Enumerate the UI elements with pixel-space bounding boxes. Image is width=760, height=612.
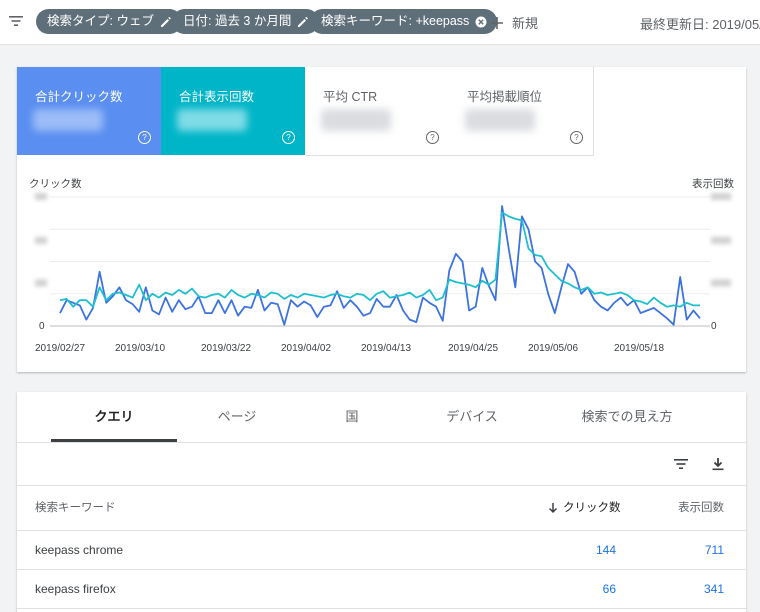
- column-header-query[interactable]: 検索キーワード: [35, 486, 116, 530]
- x-tick-label: 2019/03/10: [115, 343, 165, 354]
- x-tick-label: 2019/04/02: [281, 343, 331, 354]
- edit-icon[interactable]: [160, 16, 172, 28]
- last-updated: 最終更新日: 2019/05/2: [640, 17, 760, 32]
- add-filter-button[interactable]: 新規: [490, 13, 538, 32]
- help-icon[interactable]: ?: [426, 131, 439, 144]
- metric-label: 平均掲載順位: [467, 90, 543, 104]
- filter-icon[interactable]: [8, 13, 24, 29]
- series-line-2: [59, 211, 700, 308]
- x-tick-label: 2019/04/25: [448, 343, 498, 354]
- search-type-chip[interactable]: 検索タイプ: ウェブ: [36, 9, 182, 34]
- chip-label: 検索キーワード: +keepass: [321, 14, 470, 28]
- redacted-tick-label: [711, 236, 731, 244]
- average-position-metric[interactable]: 平均掲載順位 ?: [449, 67, 594, 156]
- query-cell: keepass firefox: [35, 582, 116, 596]
- metric-label: 合計クリック数: [35, 90, 123, 104]
- query-table-card: クエリ ページ 国 デバイス 検索での見え方 検索キーワード クリック数 表示回…: [17, 392, 746, 612]
- column-header-impressions[interactable]: 表示回数: [678, 486, 724, 530]
- query-cell: keepass chrome: [35, 543, 124, 557]
- edit-icon[interactable]: [297, 16, 309, 28]
- tab-search-appearance[interactable]: 検索での見え方: [557, 392, 697, 442]
- metric-value-redacted: [177, 109, 247, 131]
- total-clicks-metric[interactable]: 合計クリック数 ?: [17, 67, 161, 155]
- x-tick-label: 2019/03/22: [201, 343, 251, 354]
- performance-chart: 0 0 2019/02/27 2019/03/10 2019/03/22 2019/0…: [35, 193, 731, 354]
- metric-label: 平均 CTR: [323, 90, 378, 104]
- x-tick-label: 2019/05/18: [614, 343, 664, 354]
- average-ctr-metric[interactable]: 平均 CTR ?: [305, 67, 450, 156]
- left-axis-blurred-ticks: [35, 193, 731, 287]
- tab-countries[interactable]: 国: [297, 392, 407, 442]
- table-toolbar: [17, 442, 746, 486]
- redacted-tick-label: [35, 236, 47, 244]
- filter-rows-icon[interactable]: [673, 456, 689, 472]
- help-icon[interactable]: ?: [282, 131, 295, 144]
- dimension-tabs: クエリ ページ 国 デバイス 検索での見え方: [17, 392, 746, 443]
- total-impressions-metric[interactable]: 合計表示回数 ?: [161, 67, 305, 155]
- redacted-tick-label: [711, 193, 731, 200]
- sort-descending-icon: [548, 503, 558, 514]
- x-tick-label: 2019/04/13: [361, 343, 411, 354]
- clicks-cell: 144: [595, 543, 616, 557]
- impressions-cell: 711: [704, 543, 724, 557]
- tab-pages[interactable]: ページ: [177, 392, 297, 442]
- query-chip[interactable]: 検索キーワード: +keepass: [310, 9, 498, 34]
- table-row[interactable]: keepass firefox 66 341: [17, 570, 746, 609]
- redacted-tick-label: [711, 279, 731, 287]
- table-row[interactable]: keepass chrome 144 711: [17, 531, 746, 570]
- clear-icon[interactable]: [475, 16, 487, 28]
- filter-bar: 検索タイプ: ウェブ 日付: 過去 3 か月間 検索キーワード: +keepas…: [0, 0, 760, 45]
- column-header-clicks-label: クリック数: [563, 502, 621, 514]
- chip-label: 検索タイプ: ウェブ: [47, 14, 154, 28]
- help-icon[interactable]: ?: [138, 131, 151, 144]
- tab-queries[interactable]: クエリ: [51, 392, 177, 442]
- redacted-tick-label: [35, 193, 47, 200]
- download-icon[interactable]: [710, 456, 726, 472]
- metric-value-redacted: [321, 109, 391, 131]
- right-axis-zero-label: 0: [711, 321, 717, 332]
- chip-label: 日付: 過去 3 か月間: [183, 14, 292, 28]
- add-filter-label: 新規: [512, 16, 539, 31]
- x-tick-label: 2019/05/06: [528, 343, 578, 354]
- metric-value-redacted: [33, 109, 103, 131]
- x-tick-label: 2019/02/27: [35, 343, 85, 354]
- clicks-cell: 66: [602, 582, 616, 596]
- column-header-clicks[interactable]: クリック数: [547, 486, 621, 530]
- metric-value-redacted: [465, 109, 535, 131]
- date-chip[interactable]: 日付: 過去 3 か月間: [172, 9, 320, 34]
- impressions-cell: 341: [703, 582, 724, 596]
- plus-icon: [491, 16, 503, 29]
- metric-label: 合計表示回数: [179, 90, 255, 104]
- tab-devices[interactable]: デバイス: [417, 392, 527, 442]
- help-icon[interactable]: ?: [570, 131, 583, 144]
- left-axis-zero-label: 0: [39, 321, 45, 332]
- series-line-1: [59, 205, 701, 326]
- redacted-tick-label: [35, 279, 47, 287]
- table-header: 検索キーワード クリック数 表示回数: [17, 486, 746, 531]
- performance-chart-card: 合計クリック数 ? 合計表示回数 ? 平均 CTR ? 平均掲載順位 ? クリッ…: [17, 67, 746, 372]
